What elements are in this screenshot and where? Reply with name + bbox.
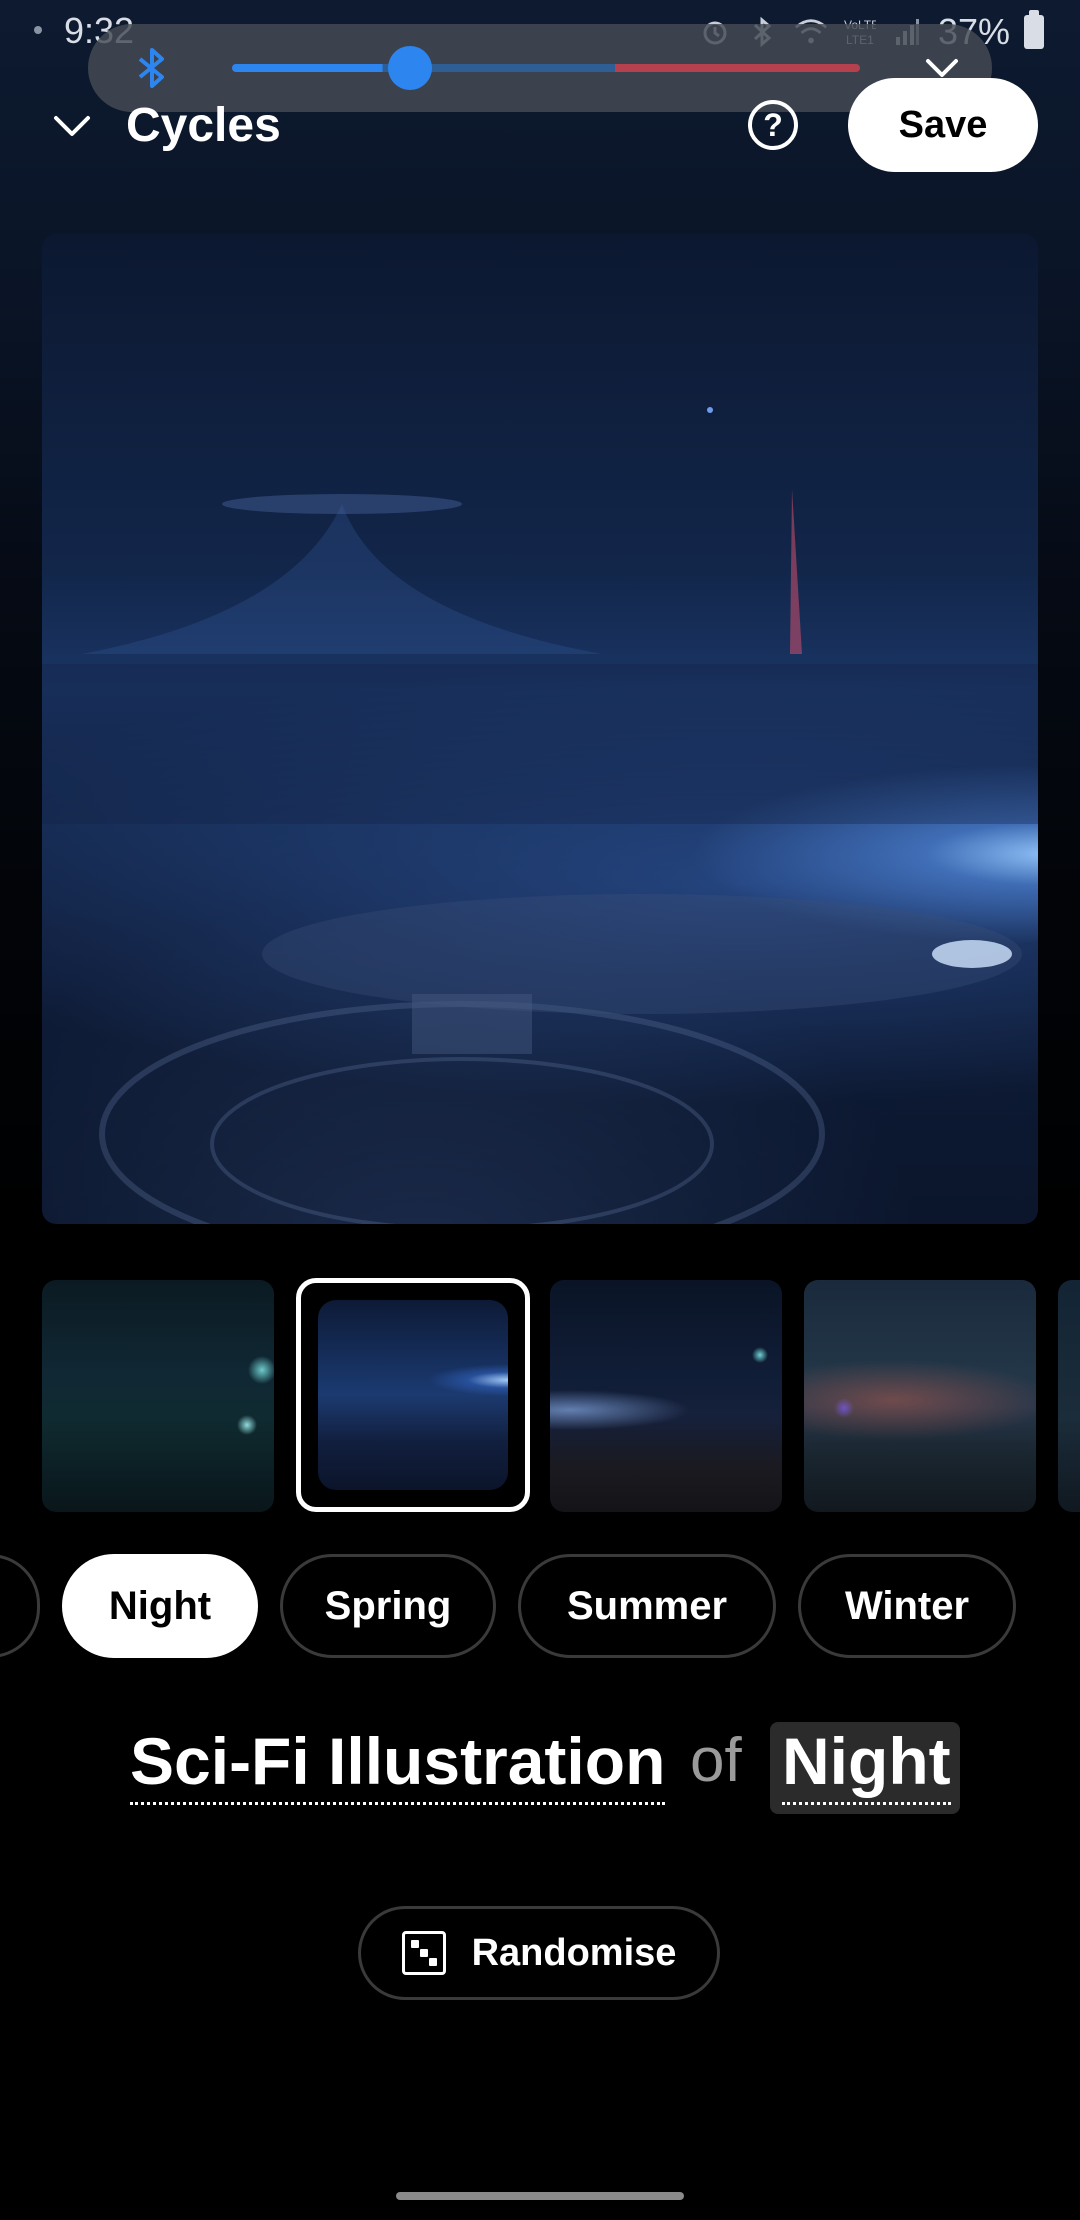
prompt-connector: of (690, 1726, 742, 1795)
help-button[interactable]: ? (748, 100, 798, 150)
collapse-chevron-icon[interactable] (48, 106, 96, 146)
prompt-subject-selector[interactable]: Night (782, 1722, 951, 1805)
page-title: Cycles (126, 99, 281, 152)
style-thumbnail-partial[interactable] (1058, 1280, 1080, 1512)
bluetooth-icon[interactable] (128, 44, 176, 92)
randomise-label: Randomise (471, 1931, 677, 1974)
style-thumbnail-image (318, 1300, 508, 1490)
volume-slider-thumb[interactable] (388, 46, 432, 90)
preview-scene (42, 407, 1038, 1224)
chip-partial[interactable] (0, 1554, 40, 1658)
help-icon: ? (763, 106, 783, 143)
chip-spring[interactable]: Spring (280, 1554, 496, 1658)
volume-slider-track[interactable] (232, 64, 860, 72)
dice-icon (401, 1931, 446, 1975)
style-thumbnail[interactable] (804, 1280, 1036, 1512)
home-indicator[interactable] (396, 2192, 684, 2200)
chip-winter[interactable]: Winter (798, 1554, 1016, 1658)
chip-summer[interactable]: Summer (518, 1554, 776, 1658)
style-thumbnail[interactable] (42, 1280, 274, 1512)
save-button[interactable]: Save (848, 78, 1038, 172)
randomise-button[interactable]: Randomise (358, 1906, 720, 2000)
notification-dot (34, 26, 42, 34)
chip-night[interactable]: Night (62, 1554, 258, 1658)
wallpaper-preview-image (42, 234, 1038, 1224)
prompt-style-selector[interactable]: Sci-Fi Illustration (130, 1722, 666, 1805)
cycles-screen: 9:32 VoLTELTE1 37% (0, 0, 1080, 2220)
battery-icon (1024, 10, 1044, 49)
style-thumbnail[interactable] (550, 1280, 782, 1512)
